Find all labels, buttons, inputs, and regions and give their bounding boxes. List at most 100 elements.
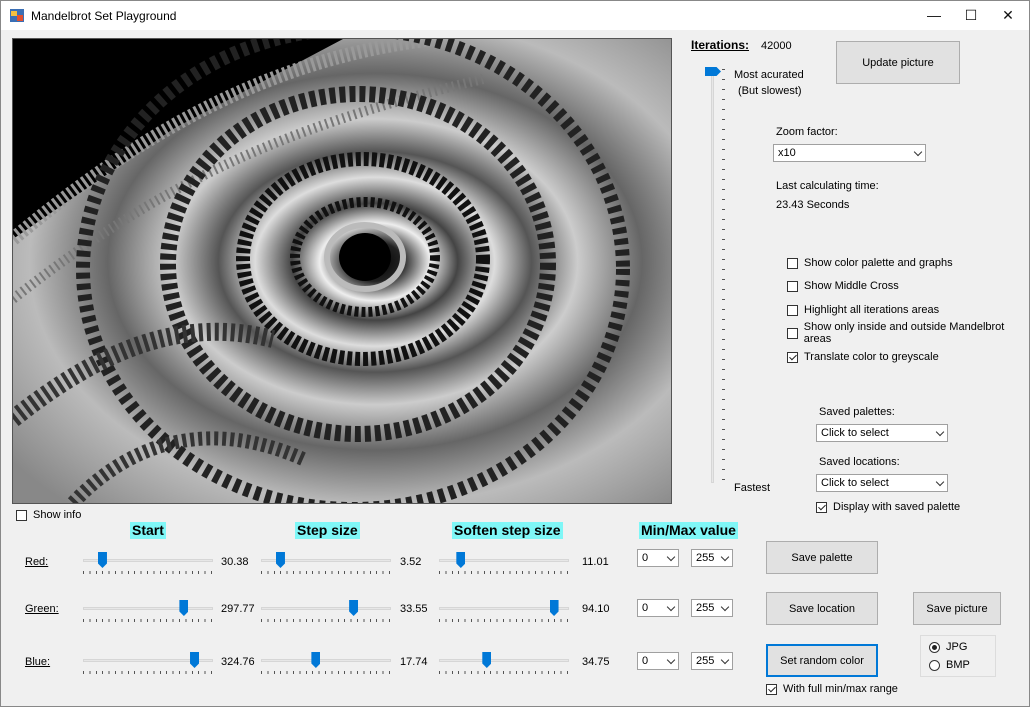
slider-ticks (439, 571, 569, 574)
blue-min-select[interactable]: 0 (637, 652, 679, 670)
green-start-value: 297.77 (221, 603, 255, 615)
slider-thumb[interactable] (275, 552, 285, 568)
iterations-slider-thumb[interactable] (705, 67, 721, 76)
checkbox-label: Show color palette and graphs (804, 257, 953, 269)
red-start-value: 30.38 (221, 556, 249, 568)
zoom-factor-label: Zoom factor: (776, 126, 838, 138)
greyscale-checkbox[interactable]: Translate color to greyscale (787, 350, 939, 364)
highlight-iterations-checkbox[interactable]: Highlight all iterations areas (787, 303, 939, 317)
checkbox-box[interactable] (787, 280, 798, 292)
saved-palettes-value: Click to select (821, 427, 889, 439)
set-random-color-button[interactable]: Set random color (766, 644, 878, 677)
saved-locations-label: Saved locations: (819, 456, 900, 468)
checkbox-box[interactable] (787, 304, 798, 316)
chevron-down-icon (720, 552, 730, 562)
slider-ticks (439, 671, 569, 674)
radio-circle[interactable] (929, 659, 940, 671)
red-start-slider[interactable] (83, 551, 213, 577)
step-size-header: Step size (295, 522, 360, 539)
iterations-slider-rail (711, 69, 714, 483)
slider-thumb[interactable] (97, 552, 107, 568)
slider-thumb[interactable] (456, 552, 466, 568)
slider-thumb[interactable] (311, 652, 321, 668)
red-min-select[interactable]: 0 (637, 549, 679, 567)
show-middle-cross-checkbox[interactable]: Show Middle Cross (787, 279, 899, 293)
mandelbrot-canvas[interactable] (12, 38, 672, 504)
save-palette-button[interactable]: Save palette (766, 541, 878, 574)
full-range-checkbox[interactable]: With full min/max range (766, 682, 898, 696)
minimize-button[interactable]: — (915, 1, 953, 30)
blue-max-select[interactable]: 255 (691, 652, 733, 670)
iterations-slider-ticks (722, 69, 725, 483)
green-label: Green: (25, 603, 59, 615)
checkbox-box[interactable] (816, 501, 827, 513)
red-soften-slider[interactable] (439, 551, 569, 577)
radio-circle[interactable] (929, 641, 940, 653)
bmp-radio[interactable]: BMP (929, 658, 970, 672)
jpg-radio[interactable]: JPG (929, 640, 967, 654)
checkbox-label: Show Middle Cross (804, 280, 899, 292)
iterations-value: 42000 (761, 40, 792, 52)
display-saved-palette-checkbox[interactable]: Display with saved palette (816, 500, 960, 514)
slider-thumb[interactable] (179, 600, 189, 616)
slider-ticks (261, 571, 391, 574)
green-step-value: 33.55 (400, 603, 428, 615)
blue-step-slider[interactable] (261, 651, 391, 677)
chevron-down-icon (666, 552, 676, 562)
slider-thumb[interactable] (482, 652, 492, 668)
checkbox-box[interactable] (766, 683, 777, 695)
slider-thumb[interactable] (349, 600, 359, 616)
show-info-checkbox[interactable]: Show info (16, 508, 81, 522)
blue-step-value: 17.74 (400, 656, 428, 668)
checkbox-label: Show only inside and outside Mandelbrot … (803, 321, 1005, 345)
iterations-label: Iterations: (691, 38, 750, 52)
slowest-label: (But slowest) (738, 85, 802, 97)
save-location-button[interactable]: Save location (766, 592, 878, 625)
iterations-slider[interactable] (703, 65, 725, 487)
green-min-select[interactable]: 0 (637, 599, 679, 617)
most-accurate-label: Most acurated (734, 69, 804, 81)
green-step-slider[interactable] (261, 599, 391, 625)
calc-time-label: Last calculating time: (776, 180, 879, 192)
chevron-down-icon (720, 602, 730, 612)
slider-thumb[interactable] (190, 652, 200, 668)
start-header: Start (130, 522, 166, 539)
saved-palettes-select[interactable]: Click to select (816, 424, 948, 442)
red-step-value: 3.52 (400, 556, 422, 568)
saved-locations-value: Click to select (821, 477, 889, 489)
save-picture-button[interactable]: Save picture (913, 592, 1001, 625)
close-button[interactable]: ✕ (989, 1, 1027, 30)
checkbox-label: Translate color to greyscale (804, 351, 939, 363)
soften-step-header: Soften step size (452, 522, 563, 539)
radio-label: BMP (946, 659, 970, 671)
green-soften-slider[interactable] (439, 599, 569, 625)
red-max-select[interactable]: 255 (691, 549, 733, 567)
show-palette-checkbox[interactable]: Show color palette and graphs (787, 256, 953, 270)
app-icon (10, 9, 24, 22)
checkbox-box[interactable] (787, 351, 798, 363)
green-max-select[interactable]: 255 (691, 599, 733, 617)
blue-start-slider[interactable] (83, 651, 213, 677)
slider-ticks (83, 671, 213, 674)
slider-rail (83, 607, 213, 610)
radio-label: JPG (946, 641, 968, 653)
saved-locations-select[interactable]: Click to select (816, 474, 948, 492)
inside-outside-checkbox[interactable]: Show only inside and outside Mandelbrot … (787, 321, 1029, 345)
main-window: Mandelbrot Set Playground — ☐ ✕ Iteratio… (0, 0, 1030, 707)
checkbox-box[interactable] (787, 327, 798, 339)
slider-thumb[interactable] (549, 600, 559, 616)
maximize-button[interactable]: ☐ (952, 1, 990, 30)
blue-soften-slider[interactable] (439, 651, 569, 677)
update-picture-button[interactable]: Update picture (836, 41, 960, 84)
slider-rail (261, 607, 391, 610)
green-start-slider[interactable] (83, 599, 213, 625)
blue-label: Blue: (25, 656, 51, 668)
red-min-value: 0 (642, 552, 649, 564)
checkbox-box[interactable] (787, 257, 798, 269)
slider-rail (261, 659, 391, 662)
zoom-factor-select[interactable]: x10 (773, 144, 926, 162)
checkbox-box[interactable] (16, 509, 27, 521)
zoom-factor-value: x10 (778, 147, 796, 159)
fastest-label: Fastest (734, 482, 771, 494)
red-step-slider[interactable] (261, 551, 391, 577)
